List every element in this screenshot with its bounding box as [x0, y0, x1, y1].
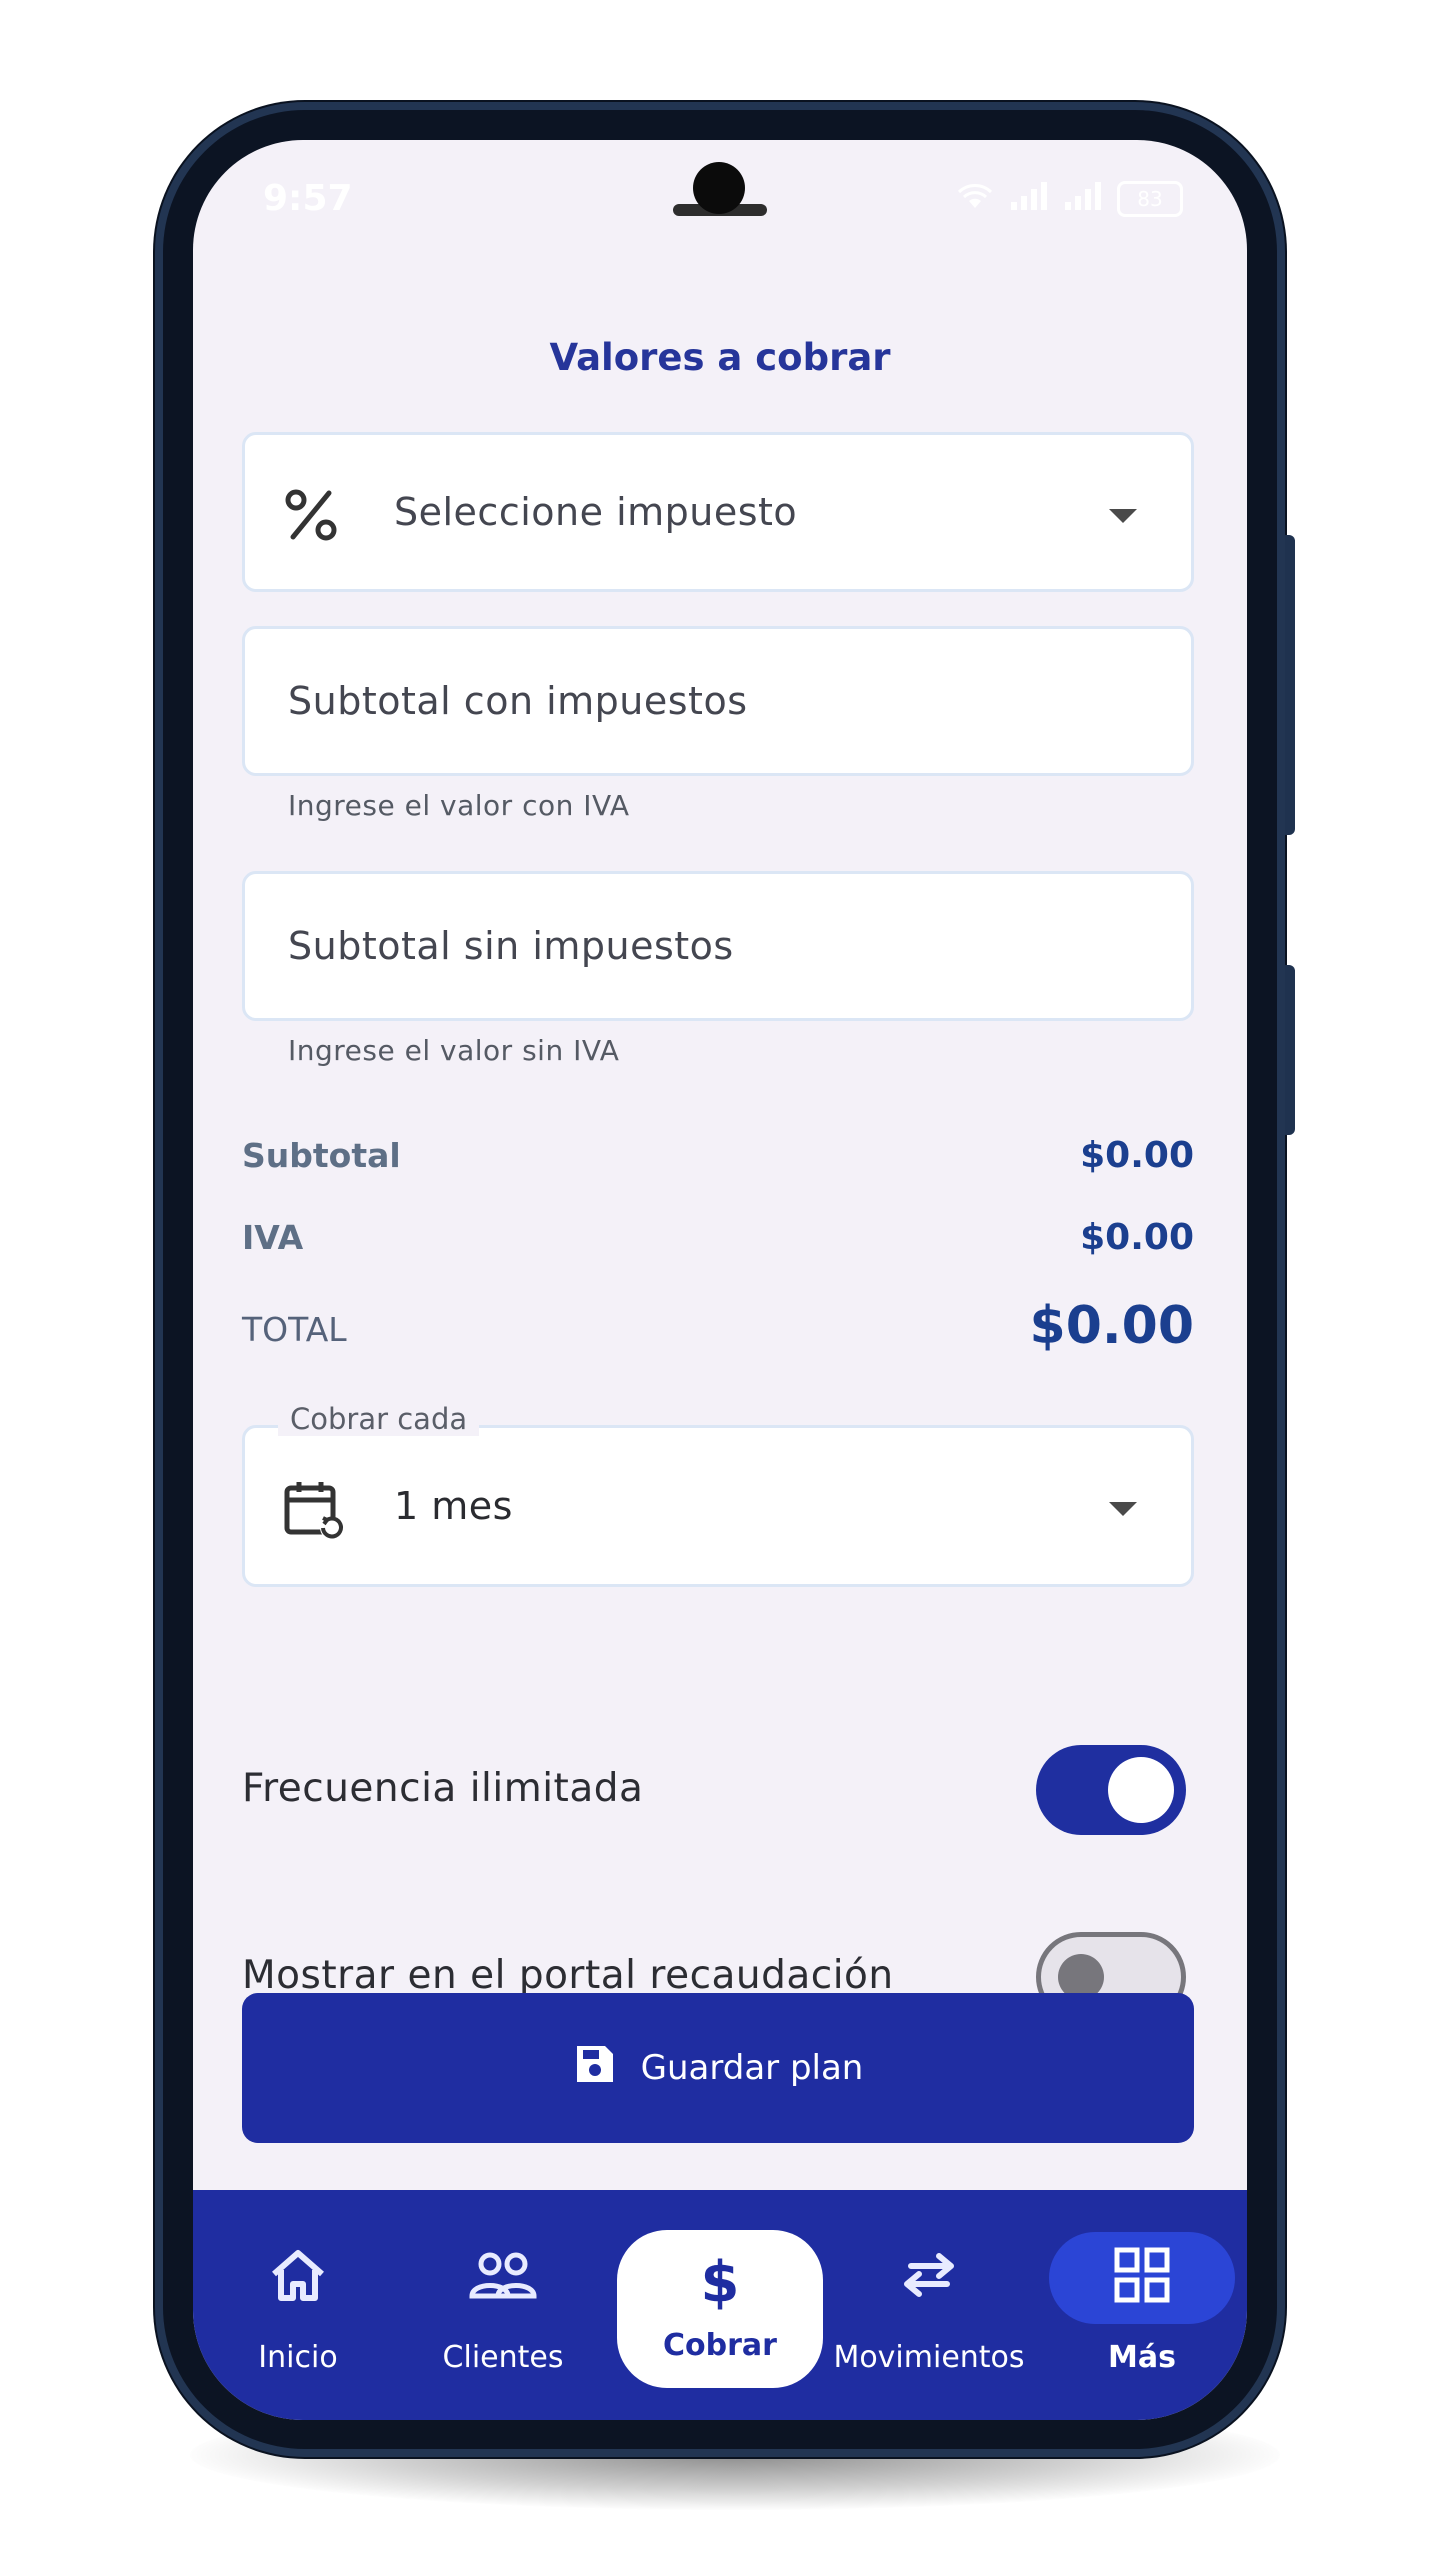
page-title: Valores a cobrar — [549, 336, 891, 379]
save-plan-label: Guardar plan — [640, 2048, 864, 2088]
nav-label: Inicio — [258, 2340, 338, 2375]
total-value: $0.00 — [1029, 1296, 1194, 1356]
wifi-icon — [955, 180, 995, 217]
subtotal-without-tax-input[interactable]: Subtotal sin impuestos — [242, 871, 1194, 1021]
nav-label: Más — [1108, 2340, 1176, 2375]
tax-select[interactable]: Seleccione impuesto — [242, 432, 1194, 592]
home-icon — [233, 2240, 363, 2310]
users-icon — [428, 2240, 578, 2310]
status-time: 9:57 — [263, 178, 353, 219]
front-camera — [693, 162, 745, 214]
signal-icon — [1063, 180, 1103, 217]
calendar-repeat-icon — [283, 1478, 347, 1546]
volume-button — [1285, 535, 1295, 835]
chevron-down-icon — [1109, 1502, 1137, 1516]
subtotal-with-tax-helper: Ingrese el valor con IVA — [288, 789, 630, 822]
nav-item-cobrar[interactable]: $ Cobrar — [617, 2230, 823, 2388]
power-button — [1285, 965, 1295, 1135]
status-bar: 9:57 83 — [193, 140, 1247, 260]
percent-icon — [283, 487, 339, 547]
frequency-legend: Cobrar cada — [278, 1402, 480, 1436]
subtotal-label: Subtotal — [242, 1136, 401, 1175]
battery-icon: 83 — [1117, 180, 1183, 217]
frequency-select[interactable]: 1 mes — [242, 1425, 1194, 1587]
nav-item-inicio[interactable]: Inicio — [233, 2190, 363, 2390]
nav-item-clientes[interactable]: Clientes — [428, 2190, 578, 2390]
nav-label: Clientes — [442, 2340, 564, 2375]
nav-label: Cobrar — [663, 2328, 777, 2363]
toggle-knob — [1108, 1757, 1174, 1823]
subtotal-without-tax-placeholder: Subtotal sin impuestos — [288, 924, 734, 968]
total-label: TOTAL — [242, 1310, 347, 1349]
iva-value: $0.00 — [1080, 1217, 1194, 1258]
portal-visibility-label: Mostrar en el portal recaudación — [242, 1953, 894, 1998]
bottom-nav: Inicio Clientes $ Cobrar Movimientos Más — [193, 2190, 1247, 2420]
subtotal-with-tax-input[interactable]: Subtotal con impuestos — [242, 626, 1194, 776]
chevron-down-icon — [1109, 509, 1137, 523]
status-icons: 83 — [955, 180, 1183, 217]
app-screen: 9:57 83 Valores a cobrar Seleccione impu… — [193, 140, 1247, 2420]
nav-item-movimientos[interactable]: Movimientos — [829, 2190, 1029, 2390]
frequency-value: 1 mes — [394, 1484, 513, 1528]
dollar-icon: $ — [700, 2250, 740, 2315]
nav-label: Movimientos — [833, 2340, 1025, 2375]
save-icon — [573, 2042, 617, 2095]
nav-item-mas[interactable]: Más — [1067, 2190, 1217, 2390]
unlimited-frequency-label: Frecuencia ilimitada — [242, 1766, 644, 1811]
subtotal-with-tax-placeholder: Subtotal con impuestos — [288, 679, 748, 723]
transfer-arrows-icon — [829, 2240, 1029, 2310]
save-plan-button[interactable]: Guardar plan — [242, 1993, 1194, 2143]
subtotal-value: $0.00 — [1080, 1135, 1194, 1176]
subtotal-without-tax-helper: Ingrese el valor sin IVA — [288, 1034, 620, 1067]
iva-label: IVA — [242, 1218, 304, 1257]
grid-icon — [1067, 2240, 1217, 2310]
tax-select-placeholder: Seleccione impuesto — [394, 490, 798, 534]
unlimited-frequency-toggle[interactable] — [1036, 1745, 1186, 1835]
signal-icon — [1009, 180, 1049, 217]
